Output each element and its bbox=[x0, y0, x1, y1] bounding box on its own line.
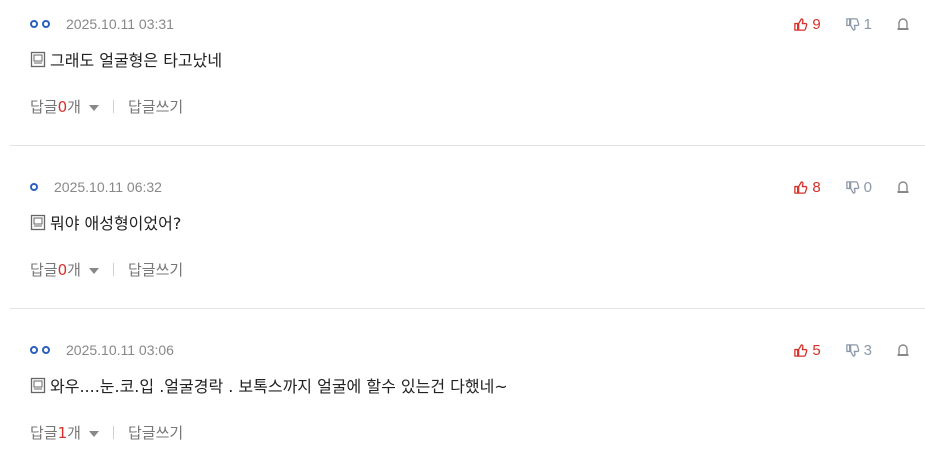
divider bbox=[112, 426, 114, 439]
comment-list: 2025.10.11 03:31 9 1 그래도 얼굴형은 타고났네 답글 0 … bbox=[0, 0, 925, 457]
comment-body: 와우....눈.코.입 .얼굴경락 . 보톡스까지 얼굴에 할수 있는건 다했네… bbox=[30, 373, 905, 397]
reply-toggle-button[interactable]: 답글 0 개 bbox=[30, 96, 99, 117]
nickname-dot bbox=[30, 183, 38, 191]
report-button[interactable] bbox=[896, 180, 910, 194]
dislike-button[interactable]: 0 bbox=[845, 179, 872, 196]
dislike-count: 0 bbox=[863, 178, 872, 196]
write-reply-button[interactable]: 답글쓰기 bbox=[128, 96, 183, 117]
vote-group: 8 0 bbox=[769, 176, 910, 198]
chevron-down-icon bbox=[88, 104, 99, 111]
memo-icon bbox=[30, 377, 46, 394]
like-count: 8 bbox=[812, 178, 821, 196]
report-icon bbox=[897, 344, 909, 356]
reply-suffix: 개 bbox=[67, 98, 81, 116]
thumbs-down-icon bbox=[845, 180, 860, 194]
comment-text: 그래도 얼굴형은 타고났네 bbox=[50, 51, 223, 70]
comment-date: 2025.10.11 03:06 bbox=[66, 342, 174, 358]
nickname-masked[interactable] bbox=[30, 346, 50, 354]
reply-toggle-button[interactable]: 답글 0 개 bbox=[30, 259, 99, 280]
nickname-dot bbox=[30, 20, 38, 28]
dislike-button[interactable]: 1 bbox=[845, 16, 872, 33]
comment-actions: 답글 0 개 답글쓰기 bbox=[30, 259, 183, 280]
nickname-masked[interactable] bbox=[30, 183, 38, 191]
comment-actions: 답글 1 개 답글쓰기 bbox=[30, 422, 183, 443]
reply-suffix: 개 bbox=[67, 261, 81, 279]
nickname-dot bbox=[42, 20, 50, 28]
write-reply-button[interactable]: 답글쓰기 bbox=[128, 259, 183, 280]
like-count: 9 bbox=[812, 15, 821, 33]
comment-body: 그래도 얼굴형은 타고났네 bbox=[30, 47, 905, 71]
report-button[interactable] bbox=[896, 343, 910, 357]
comment-body: 뭐야 애성형이었어? bbox=[30, 210, 905, 234]
divider bbox=[112, 100, 114, 113]
comment-item: 2025.10.11 03:06 5 3 와우....눈.코.입 .얼굴경락 . bbox=[10, 309, 925, 457]
memo-icon bbox=[30, 214, 46, 231]
chevron-down-icon bbox=[88, 430, 99, 437]
vote-group: 9 1 bbox=[769, 13, 910, 35]
comment-date: 2025.10.11 06:32 bbox=[54, 179, 162, 195]
like-button[interactable]: 8 bbox=[793, 178, 821, 196]
reply-label: 답글 bbox=[30, 261, 58, 279]
reply-count: 1 bbox=[57, 423, 68, 442]
dislike-count: 1 bbox=[863, 15, 872, 33]
comment-actions: 답글 0 개 답글쓰기 bbox=[30, 96, 183, 117]
like-count: 5 bbox=[812, 341, 821, 359]
comment-item: 2025.10.11 06:32 8 0 뭐야 애성형이었어? 답글 0 개 답… bbox=[10, 146, 925, 309]
like-button[interactable]: 5 bbox=[793, 341, 821, 359]
divider bbox=[112, 263, 114, 276]
reply-count: 0 bbox=[57, 260, 68, 279]
comment-text: 뭐야 애성형이었어? bbox=[50, 214, 182, 233]
thumbs-down-icon bbox=[845, 17, 860, 31]
write-reply-button[interactable]: 답글쓰기 bbox=[128, 422, 183, 443]
comment-text: 와우....눈.코.입 .얼굴경락 . 보톡스까지 얼굴에 할수 있는건 다했네… bbox=[50, 377, 508, 396]
comment-item: 2025.10.11 03:31 9 1 그래도 얼굴형은 타고났네 답글 0 … bbox=[10, 0, 925, 146]
report-button[interactable] bbox=[896, 17, 910, 31]
nickname-dot bbox=[30, 346, 38, 354]
memo-icon bbox=[30, 51, 46, 68]
report-icon bbox=[897, 18, 909, 30]
report-icon bbox=[897, 181, 909, 193]
vote-group: 5 3 bbox=[769, 339, 910, 361]
comment-meta: 2025.10.11 06:32 8 0 bbox=[30, 176, 925, 198]
thumbs-up-icon bbox=[794, 180, 808, 194]
dislike-button[interactable]: 3 bbox=[845, 342, 872, 359]
like-button[interactable]: 9 bbox=[793, 15, 821, 33]
nickname-dot bbox=[42, 346, 50, 354]
reply-count: 0 bbox=[57, 97, 68, 116]
dislike-count: 3 bbox=[863, 341, 872, 359]
reply-toggle-button[interactable]: 답글 1 개 bbox=[30, 422, 99, 443]
reply-suffix: 개 bbox=[67, 424, 81, 442]
chevron-down-icon bbox=[88, 267, 99, 274]
reply-label: 답글 bbox=[30, 98, 58, 116]
comment-meta: 2025.10.11 03:31 9 1 bbox=[30, 13, 925, 35]
comment-meta: 2025.10.11 03:06 5 3 bbox=[30, 339, 925, 361]
thumbs-up-icon bbox=[794, 17, 808, 31]
comment-date: 2025.10.11 03:31 bbox=[66, 16, 174, 32]
thumbs-up-icon bbox=[794, 343, 808, 357]
reply-label: 답글 bbox=[30, 424, 58, 442]
thumbs-down-icon bbox=[845, 343, 860, 357]
nickname-masked[interactable] bbox=[30, 20, 50, 28]
